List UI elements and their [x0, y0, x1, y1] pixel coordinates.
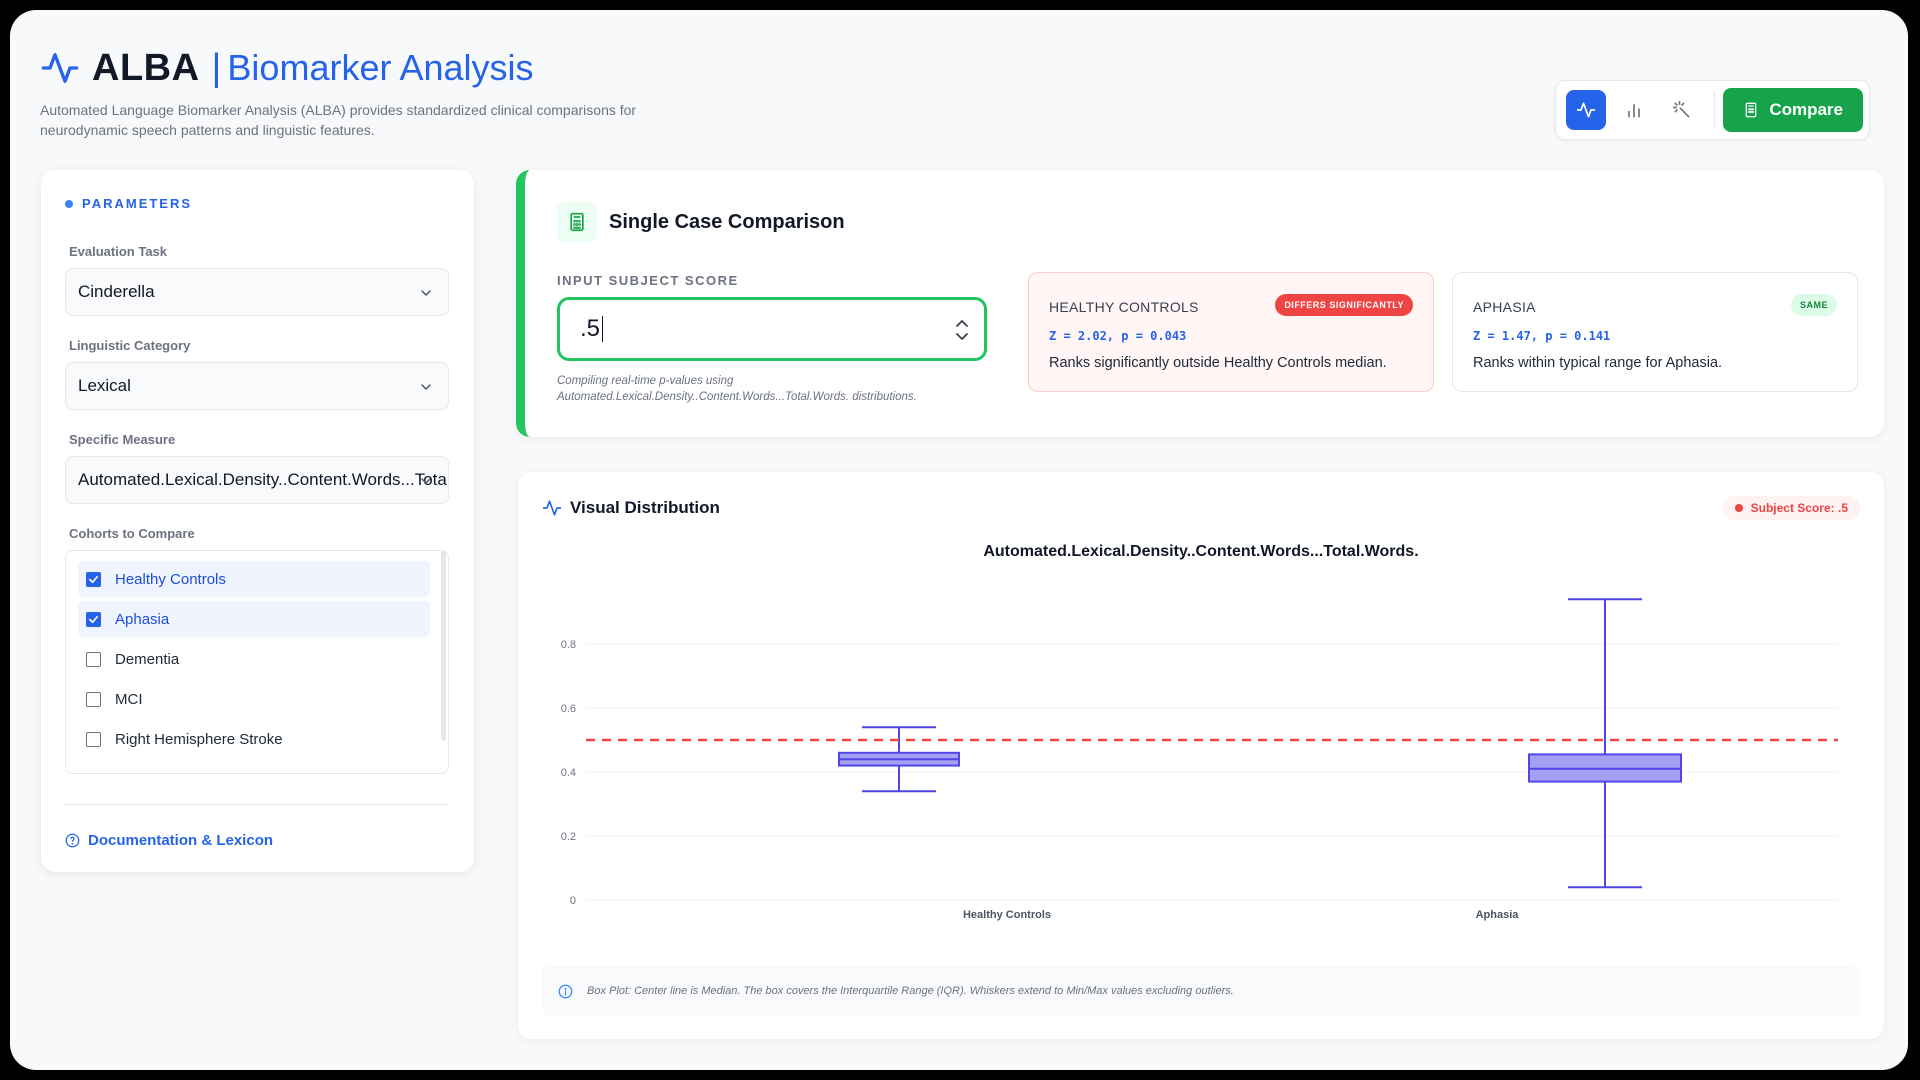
box-plot-chart: Automated.Lexical.Density..Content.Words… — [561, 543, 1838, 921]
toolbar: Compare — [1555, 80, 1870, 140]
checkbox-icon[interactable] — [86, 651, 101, 667]
page-subtitle: Automated Language Biomarker Analysis (A… — [40, 102, 637, 138]
pulse-logo-icon — [41, 53, 79, 84]
cohort-item-aphasia[interactable]: Aphasia — [78, 601, 430, 637]
comparison-header: Single Case Comparison — [557, 202, 845, 242]
task-label: Evaluation Task — [69, 244, 168, 259]
result-cohort-name: APHASIA — [1473, 299, 1536, 315]
category-select[interactable]: Lexical — [65, 362, 449, 410]
measure-select-value: Automated.Lexical.Density..Content.Words… — [78, 470, 449, 489]
page-title: Biomarker Analysis — [227, 47, 534, 88]
subject-score-value: .5 — [580, 315, 601, 342]
status-badge: SAME — [1790, 294, 1837, 316]
result-card-aphasia: APHASIA SAME Z = 1.47, p = 0.141 Ranks w… — [1452, 272, 1858, 392]
compare-label: Compare — [1769, 100, 1843, 119]
parameters-title-text: PARAMETERS — [82, 196, 193, 211]
parameters-panel: PARAMETERS Evaluation Task Cinderella Li… — [41, 170, 474, 872]
cohort-scrollbar[interactable] — [441, 551, 446, 741]
magic-wand-button[interactable] — [1662, 90, 1702, 130]
y-tick-label: 0.6 — [561, 703, 576, 715]
pulse-view-button[interactable] — [1566, 90, 1607, 130]
distribution-header: Visual Distribution — [542, 498, 720, 518]
category-label: Linguistic Category — [69, 338, 191, 353]
y-tick-label: 0.4 — [561, 767, 576, 779]
brand-name: ALBA — [92, 46, 200, 89]
spinner-arrows-icon[interactable] — [954, 316, 970, 344]
text-caret — [602, 316, 604, 342]
task-select-value: Cinderella — [78, 282, 155, 301]
cohort-label: MCI — [115, 690, 143, 708]
footnote-text: Box Plot: Center line is Median. The box… — [587, 985, 1234, 997]
checkbox-icon[interactable] — [86, 691, 101, 707]
result-description: Ranks significantly outside Healthy Cont… — [1049, 355, 1387, 371]
divider — [65, 804, 449, 805]
comparison-title: Single Case Comparison — [609, 210, 845, 233]
result-statistic: Z = 2.02, p = 0.043 — [1049, 329, 1187, 343]
result-description: Ranks within typical range for Aphasia. — [1473, 355, 1723, 371]
visual-distribution-card: Automated.Lexical.Density..Content.Words… — [518, 472, 1884, 1039]
cohort-item-mci[interactable]: MCI — [78, 681, 430, 717]
documentation-link[interactable]: Documentation & Lexicon — [65, 832, 273, 849]
status-badge: DIFFERS SIGNIFICANTLY — [1275, 294, 1413, 316]
result-statistic: Z = 1.47, p = 0.141 — [1473, 329, 1611, 343]
measure-label: Specific Measure — [69, 432, 176, 447]
checkbox-checked-icon[interactable] — [86, 611, 101, 627]
documentation-link-text: Documentation & Lexicon — [88, 832, 274, 849]
cohort-item-right-hemisphere-stroke[interactable]: Right Hemisphere Stroke — [78, 721, 430, 757]
compare-button[interactable]: Compare — [1723, 88, 1863, 132]
cohort-list: Healthy Controls Aphasia Dementia MCI Ri… — [65, 550, 449, 774]
chart-footnote: Box Plot: Center line is Median. The box… — [542, 966, 1860, 1016]
distribution-title: Visual Distribution — [570, 498, 720, 517]
cohort-label: Aphasia — [115, 610, 170, 628]
subject-score-input[interactable]: .5 — [557, 297, 987, 361]
parameters-title: PARAMETERS — [65, 196, 192, 211]
checkbox-icon[interactable] — [86, 731, 101, 747]
result-cohort-name: HEALTHY CONTROLS — [1049, 299, 1199, 315]
input-hint: Compiling real-time p-values using Autom… — [557, 375, 917, 403]
result-card-healthy-controls: HEALTHY CONTROLS DIFFERS SIGNIFICANTLY Z… — [1028, 272, 1434, 392]
cohort-label: Dementia — [115, 650, 180, 668]
header: ALBA | Biomarker Analysis Automated Lang… — [40, 38, 1880, 148]
x-tick-label: Aphasia — [1476, 909, 1520, 921]
pulse-icon — [542, 500, 562, 516]
subject-score-badge: Subject Score: .5 — [1722, 496, 1860, 520]
bar-chart-view-button[interactable] — [1614, 90, 1654, 130]
chevron-down-icon — [421, 290, 431, 296]
pulse-icon — [1577, 102, 1596, 118]
chevron-down-icon — [421, 384, 431, 390]
chart-title: Automated.Lexical.Density..Content.Words… — [983, 543, 1418, 560]
toolbar-divider — [1714, 91, 1716, 129]
cohorts-label: Cohorts to Compare — [69, 526, 195, 541]
checkbox-checked-icon[interactable] — [86, 571, 101, 587]
subject-score-badge-text: Subject Score: .5 — [1750, 501, 1848, 515]
bullet-dot-icon — [65, 199, 73, 208]
y-tick-label: 0.2 — [561, 831, 576, 843]
task-select[interactable]: Cinderella — [65, 268, 449, 316]
bar-chart-icon — [1628, 104, 1641, 118]
single-case-comparison-card: Single Case Comparison INPUT SUBJECT SCO… — [516, 170, 1884, 437]
red-dot-icon — [1734, 504, 1743, 512]
y-tick-label: 0.8 — [561, 639, 576, 651]
cohort-item-healthy-controls[interactable]: Healthy Controls — [78, 561, 430, 597]
calculator-icon — [557, 202, 597, 242]
input-label: INPUT SUBJECT SCORE — [557, 273, 739, 288]
info-icon — [558, 984, 573, 998]
chevron-down-icon — [421, 478, 431, 484]
cohort-label: Right Hemisphere Stroke — [115, 730, 283, 748]
x-tick-label: Healthy Controls — [963, 909, 1051, 921]
help-circle-icon — [65, 833, 80, 848]
category-select-value: Lexical — [78, 376, 131, 395]
calculator-icon — [1745, 102, 1757, 118]
cohort-item-dementia[interactable]: Dementia — [78, 641, 430, 677]
brand-separator: | — [211, 46, 222, 89]
magic-wand-icon — [1673, 100, 1690, 118]
measure-select[interactable]: Automated.Lexical.Density..Content.Words… — [65, 456, 449, 504]
y-tick-label: 0 — [570, 895, 576, 907]
cohort-label: Healthy Controls — [115, 570, 226, 588]
app-window: ALBA | Biomarker Analysis Automated Lang… — [10, 10, 1908, 1070]
